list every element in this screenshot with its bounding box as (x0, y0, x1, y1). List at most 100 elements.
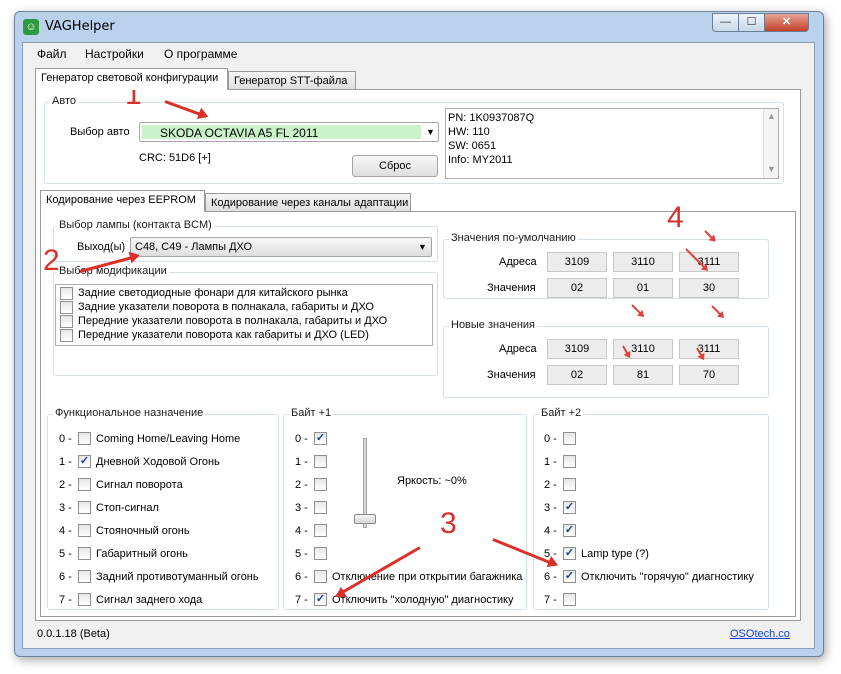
bit-index: 1 - (295, 456, 308, 468)
default-val-box: 30 (679, 278, 739, 298)
mod-checkbox[interactable] (60, 315, 73, 328)
annotation-3: 3 (440, 507, 457, 540)
new-val-box: 81 (613, 365, 673, 385)
output-select[interactable]: C48, C49 - Лампы ДХО ▼ (130, 237, 432, 257)
bit-index: 7 - (295, 594, 308, 606)
mod-checkbox[interactable] (60, 287, 73, 300)
reset-button[interactable]: Сброс (352, 155, 438, 177)
bit-checkbox[interactable]: ✓ (314, 593, 327, 606)
bit-index: 2 - (295, 479, 308, 491)
bit-checkbox[interactable] (78, 432, 91, 445)
car-info-hw: HW: 110 (448, 126, 490, 138)
bit-index: 5 - (59, 548, 72, 560)
bit-checkbox[interactable]: ✓ (314, 432, 327, 445)
bit-index: 0 - (59, 433, 72, 445)
bit-checkbox[interactable]: ✓ (563, 547, 576, 560)
new-addr-box: 3109 (547, 339, 607, 359)
scroll-up-icon[interactable]: ▲ (767, 111, 776, 121)
output-select-value: C48, C49 - Лампы ДХО (135, 241, 253, 253)
menu-about[interactable]: О программе (164, 47, 237, 61)
brightness-slider[interactable] (354, 514, 376, 524)
bit-checkbox[interactable] (314, 455, 327, 468)
default-addr-box: 3109 (547, 252, 607, 272)
bit-checkbox[interactable] (78, 593, 91, 606)
bit-index: 7 - (59, 594, 72, 606)
bit-checkbox[interactable] (78, 478, 91, 491)
car-select[interactable]: SKODA OCTAVIA A5 FL 2011 ▼ (139, 122, 439, 142)
bit-checkbox[interactable]: ✓ (563, 524, 576, 537)
new-values-group (443, 326, 769, 398)
bit-checkbox[interactable] (563, 478, 576, 491)
defaults-group-label: Значения по-умолчанию (449, 232, 578, 244)
default-addr-box: 3110 (613, 252, 673, 272)
info-scrollbar[interactable]: ▲ ▼ (763, 109, 778, 178)
maximize-button[interactable]: ☐ (738, 13, 765, 32)
car-info-pn: PN: 1K0937087Q (448, 112, 535, 124)
defaults-val-label: Значения (487, 282, 536, 294)
car-select-label: Выбор авто (70, 126, 130, 138)
tab-adaptation[interactable]: Кодирование через каналы адаптации (205, 193, 411, 213)
bit-checkbox[interactable] (314, 570, 327, 583)
tab-stt-generator[interactable]: Генератор STT-файла (228, 71, 356, 91)
bit-index: 7 - (544, 594, 557, 606)
mod-checkbox[interactable] (60, 301, 73, 314)
main-panel: Авто Выбор авто SKODA OCTAVIA A5 FL 2011… (35, 89, 801, 621)
mod-label: Передние указатели поворота как габариты… (78, 329, 369, 341)
bit-checkbox[interactable] (78, 524, 91, 537)
bit-checkbox[interactable] (563, 432, 576, 445)
func-group-label: Функциональное назначение (53, 407, 206, 419)
bit-checkbox[interactable] (314, 501, 327, 514)
scroll-down-icon[interactable]: ▼ (767, 164, 776, 174)
osotech-link[interactable]: OSOtech.co (730, 628, 790, 640)
bit-label: Отключить "холодную" диагностику (332, 594, 514, 606)
client-area: Файл Настройки О программе Генератор све… (22, 42, 815, 649)
byte1-group-label: Байт +1 (289, 407, 334, 419)
title-bar[interactable]: ☺ VAGHelper — ☐ ✕ (15, 12, 823, 42)
lamp-group-label: Выбор лампы (контакта BCM) (57, 219, 214, 231)
bit-index: 4 - (544, 525, 557, 537)
bit-checkbox[interactable] (563, 455, 576, 468)
bit-index: 6 - (544, 571, 557, 583)
new-addr-box: 3110 (613, 339, 673, 359)
default-val-box: 02 (547, 278, 607, 298)
close-button[interactable]: ✕ (764, 13, 809, 32)
crc-text: CRC: 51D6 [+] (139, 152, 211, 164)
chevron-down-icon: ▼ (418, 242, 427, 252)
window-title: VAGHelper (45, 19, 115, 34)
bit-index: 3 - (544, 502, 557, 514)
minimize-button[interactable]: — (712, 13, 739, 32)
menu-file[interactable]: Файл (37, 47, 67, 61)
bit-checkbox[interactable] (314, 478, 327, 491)
output-label: Выход(ы) (77, 241, 126, 253)
bit-checkbox[interactable] (78, 547, 91, 560)
mods-list: Задние светодиодные фонари для китайског… (55, 284, 433, 346)
bit-label: Дневной Ходовой Огонь (96, 456, 220, 468)
car-info-info: Info: MY2011 (448, 154, 513, 166)
bit-checkbox[interactable] (314, 524, 327, 537)
new-val-box: 02 (547, 365, 607, 385)
bit-checkbox[interactable]: ✓ (78, 455, 91, 468)
bit-checkbox[interactable] (78, 570, 91, 583)
bit-checkbox[interactable]: ✓ (563, 570, 576, 583)
tab-light-config[interactable]: Генератор световой конфигурации (35, 68, 228, 90)
new-values-group-label: Новые значения (449, 319, 538, 331)
bit-checkbox[interactable] (314, 547, 327, 560)
auto-group-label: Авто (50, 95, 78, 107)
bit-checkbox[interactable] (78, 501, 91, 514)
tab-eeprom[interactable]: Кодирование через EEPROM (40, 190, 205, 212)
bit-label: Отключить "горячую" диагностику (581, 571, 754, 583)
bit-checkbox[interactable]: ✓ (563, 501, 576, 514)
bit-index: 6 - (59, 571, 72, 583)
menu-bar: Файл Настройки О программе (23, 43, 814, 65)
new-addr-box: 3111 (679, 339, 739, 359)
bit-checkbox[interactable] (563, 593, 576, 606)
version-text: 0.0.1.18 (Beta) (37, 628, 110, 640)
bit-index: 3 - (59, 502, 72, 514)
new-val-label: Значения (487, 369, 536, 381)
mod-label: Задние указатели поворота в полнакала, г… (78, 301, 374, 313)
mods-group-label: Выбор модификации (57, 265, 169, 277)
menu-settings[interactable]: Настройки (85, 47, 144, 61)
car-select-value: SKODA OCTAVIA A5 FL 2011 (160, 126, 319, 140)
bit-index: 5 - (295, 548, 308, 560)
mod-checkbox[interactable] (60, 329, 73, 342)
